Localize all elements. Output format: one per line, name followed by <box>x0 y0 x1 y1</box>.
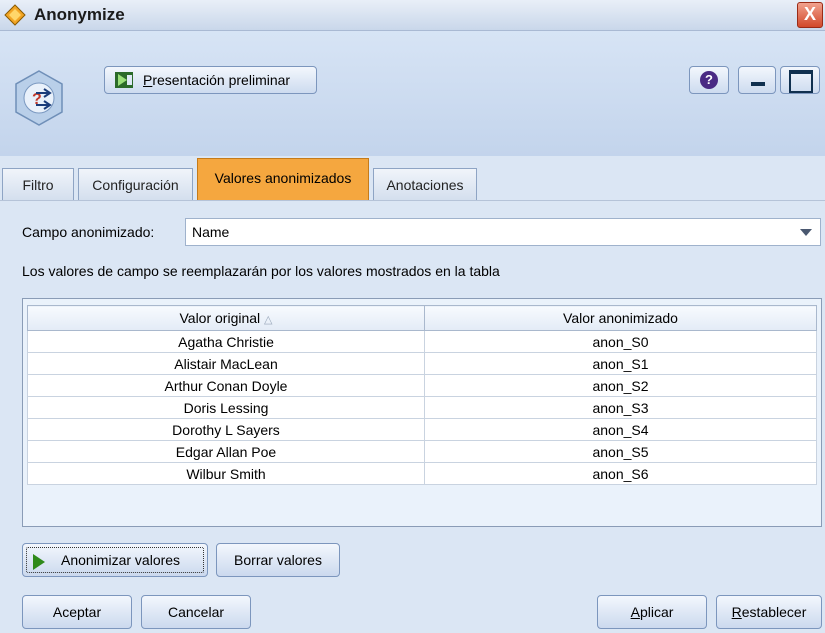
original-value-cell: Alistair MacLean <box>27 352 425 375</box>
preview-button[interactable]: Presentación preliminar <box>104 66 317 94</box>
tab-valores-anonimizados[interactable]: Valores anonimizados <box>197 158 369 201</box>
reset-button-label: establecer <box>741 604 807 620</box>
preview-play-icon <box>115 72 133 88</box>
values-table-container: Valor original △ Valor anonimizado Agath… <box>22 298 822 527</box>
tab-bar: Filtro Configuración Valores anonimizado… <box>0 158 825 201</box>
reset-button-mnemonic: R <box>731 604 742 620</box>
preview-button-mnemonic: P <box>143 72 153 88</box>
table-row[interactable]: Agatha Christie anon_S0 <box>27 330 817 353</box>
table-row[interactable]: Alistair MacLean anon_S1 <box>27 352 817 375</box>
table-row[interactable]: Dorothy L Sayers anon_S4 <box>27 418 817 441</box>
chevron-down-icon[interactable] <box>800 229 812 236</box>
node-diamond-icon <box>4 4 26 26</box>
original-value-cell: Wilbur Smith <box>27 462 425 485</box>
minimize-button[interactable] <box>738 66 776 94</box>
preview-button-label: resentación preliminar <box>152 72 291 88</box>
original-value-cell: Agatha Christie <box>27 330 425 353</box>
apply-button-label: plicar <box>639 604 674 620</box>
close-button[interactable]: X <box>797 2 823 28</box>
anonymize-values-button[interactable]: Anonimizar valores <box>22 543 208 577</box>
tab-anotaciones[interactable]: Anotaciones <box>373 168 477 200</box>
anonymized-value-cell[interactable]: anon_S3 <box>424 396 817 419</box>
apply-button[interactable]: Aplicar <box>597 595 707 629</box>
table-row[interactable]: Doris Lessing anon_S3 <box>27 396 817 419</box>
tab-configuracion[interactable]: Configuración <box>78 168 193 200</box>
play-icon <box>33 554 45 570</box>
anonymized-value-cell[interactable]: anon_S0 <box>424 330 817 353</box>
help-icon: ? <box>700 71 718 89</box>
values-table: Valor original △ Valor anonimizado Agath… <box>27 305 817 485</box>
maximize-icon <box>789 70 813 93</box>
sort-ascending-icon: △ <box>264 314 273 326</box>
tab-divider <box>0 200 825 201</box>
clear-values-button[interactable]: Borrar valores <box>216 543 340 577</box>
maximize-button[interactable] <box>780 66 820 94</box>
anonymized-value-cell[interactable]: anon_S4 <box>424 418 817 441</box>
help-button[interactable]: ? <box>689 66 729 94</box>
anonymized-value-cell[interactable]: anon_S2 <box>424 374 817 397</box>
anonymized-value-cell[interactable]: anon_S1 <box>424 352 817 375</box>
focus-ring <box>26 547 204 573</box>
anonymized-value-cell[interactable]: anon_S6 <box>424 462 817 485</box>
tab-filtro[interactable]: Filtro <box>2 168 74 200</box>
anonymized-value-cell[interactable]: anon_S5 <box>424 440 817 463</box>
apply-button-mnemonic: A <box>630 604 640 620</box>
column-header-original[interactable]: Valor original △ <box>27 305 425 331</box>
window-title: Anonymize <box>34 5 125 24</box>
table-row[interactable]: Edgar Allan Poe anon_S5 <box>27 440 817 463</box>
original-value-cell: Edgar Allan Poe <box>27 440 425 463</box>
table-row[interactable]: Wilbur Smith anon_S6 <box>27 462 817 485</box>
original-value-cell: Doris Lessing <box>27 396 425 419</box>
original-value-cell: Arthur Conan Doyle <box>27 374 425 397</box>
field-label: Campo anonimizado: <box>22 224 155 240</box>
original-value-cell: Dorothy L Sayers <box>27 418 425 441</box>
column-header-original-label: Valor original <box>179 310 261 326</box>
reset-button[interactable]: Restablecer <box>716 595 822 629</box>
minimize-icon <box>751 82 765 86</box>
title-bar[interactable]: Anonymize X <box>0 0 825 31</box>
field-select-value: Name <box>192 224 230 240</box>
anonymize-node-icon: ? <box>15 70 63 126</box>
column-header-anonymized[interactable]: Valor anonimizado <box>424 305 817 331</box>
info-text: Los valores de campo se reemplazarán por… <box>22 263 500 279</box>
table-row[interactable]: Arthur Conan Doyle anon_S2 <box>27 374 817 397</box>
anonymize-dialog: Anonymize X ? Presentación preliminar ? <box>0 0 825 633</box>
table-header-row: Valor original △ Valor anonimizado <box>27 305 817 331</box>
field-select[interactable]: Name <box>185 218 821 246</box>
ok-button[interactable]: Aceptar <box>22 595 132 629</box>
cancel-button[interactable]: Cancelar <box>141 595 251 629</box>
header-area: ? Presentación preliminar ? <box>0 31 825 156</box>
